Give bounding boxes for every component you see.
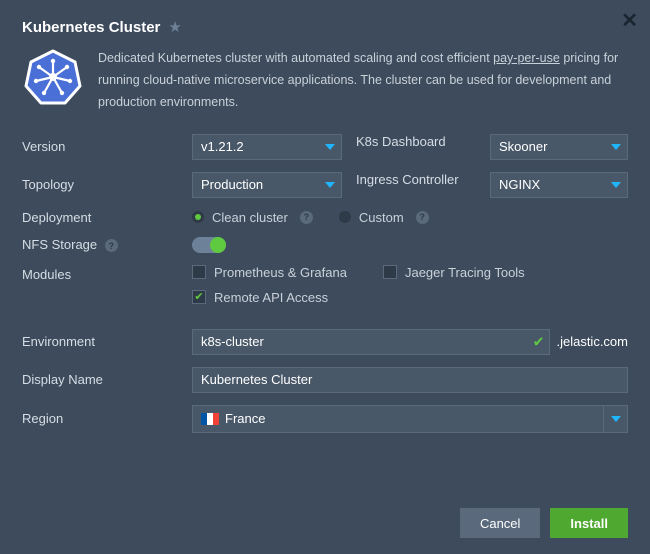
- environment-domain: .jelastic.com: [550, 334, 628, 349]
- label-modules: Modules: [22, 265, 182, 282]
- install-dialog: ✕ Kubernetes Cluster ★: [0, 0, 650, 554]
- label-k8s-dashboard: K8s Dashboard: [356, 134, 476, 160]
- nfs-label-text: NFS Storage: [22, 237, 97, 252]
- label-environment: Environment: [22, 334, 182, 349]
- checkbox-icon: [192, 265, 206, 279]
- dialog-header: Kubernetes Cluster ★: [22, 18, 628, 36]
- checkbox-icon: [383, 265, 397, 279]
- chevron-down-icon: [611, 144, 621, 150]
- radio-dot-icon: [192, 211, 204, 223]
- pay-per-use-link[interactable]: pay-per-use: [493, 51, 560, 65]
- nfs-storage-toggle[interactable]: [192, 237, 226, 253]
- checkbox-remote-api[interactable]: Remote API Access: [192, 290, 328, 305]
- label-display-name: Display Name: [22, 372, 182, 387]
- environment-input[interactable]: [192, 329, 550, 355]
- favorite-star-icon[interactable]: ★: [168, 18, 181, 36]
- label-ingress: Ingress Controller: [356, 172, 476, 198]
- k8s-dashboard-select[interactable]: Skooner: [490, 134, 628, 160]
- flag-france-icon: [201, 413, 219, 425]
- checkbox-icon: [192, 290, 206, 304]
- version-value: v1.21.2: [201, 139, 244, 154]
- display-name-input[interactable]: [192, 367, 628, 393]
- close-icon[interactable]: ✕: [621, 8, 638, 33]
- label-deployment: Deployment: [22, 210, 182, 225]
- chevron-down-icon: [603, 406, 627, 432]
- topology-select[interactable]: Production: [192, 172, 342, 198]
- ingress-value: NGINX: [499, 177, 540, 192]
- help-icon[interactable]: ?: [105, 239, 118, 252]
- ingress-select[interactable]: NGINX: [490, 172, 628, 198]
- checkmark-icon: ✔: [533, 333, 545, 350]
- label-topology: Topology: [22, 177, 182, 192]
- region-value: France: [225, 411, 265, 426]
- kubernetes-logo-icon: [22, 48, 84, 114]
- row-version: Version v1.21.2 K8s Dashboard Skooner: [22, 134, 628, 160]
- row-environment: Environment ✔ .jelastic.com: [22, 329, 628, 355]
- row-display-name: Display Name: [22, 367, 628, 393]
- region-select[interactable]: France: [192, 405, 628, 433]
- version-select[interactable]: v1.21.2: [192, 134, 342, 160]
- description-text-1: Dedicated Kubernetes cluster with automa…: [98, 51, 493, 65]
- topology-value: Production: [201, 177, 263, 192]
- dialog-description: Dedicated Kubernetes cluster with automa…: [98, 48, 628, 114]
- cancel-button[interactable]: Cancel: [460, 508, 540, 538]
- intro-section: Dedicated Kubernetes cluster with automa…: [22, 48, 628, 114]
- dialog-footer: Cancel Install: [22, 494, 628, 538]
- label-version: Version: [22, 139, 182, 154]
- radio-dot-icon: [339, 211, 351, 223]
- toggle-knob: [210, 237, 226, 253]
- dialog-title: Kubernetes Cluster: [22, 19, 160, 36]
- row-modules: Modules Prometheus & Grafana Jaeger Trac…: [22, 265, 628, 305]
- label-nfs-storage: NFS Storage ?: [22, 237, 182, 253]
- k8s-dashboard-value: Skooner: [499, 139, 547, 154]
- chevron-down-icon: [325, 182, 335, 188]
- radio-clean-label: Clean cluster: [212, 210, 288, 225]
- checkbox-jaeger-label: Jaeger Tracing Tools: [405, 265, 525, 280]
- label-region: Region: [22, 411, 182, 426]
- checkbox-remote-api-label: Remote API Access: [214, 290, 328, 305]
- checkbox-jaeger[interactable]: Jaeger Tracing Tools: [383, 265, 525, 280]
- checkbox-prometheus[interactable]: Prometheus & Grafana: [192, 265, 347, 280]
- radio-custom[interactable]: Custom ?: [339, 210, 429, 225]
- chevron-down-icon: [325, 144, 335, 150]
- radio-custom-label: Custom: [359, 210, 404, 225]
- row-topology: Topology Production Ingress Controller N…: [22, 172, 628, 198]
- help-icon[interactable]: ?: [416, 211, 429, 224]
- form-body: Version v1.21.2 K8s Dashboard Skooner To…: [22, 134, 628, 494]
- row-region: Region France: [22, 405, 628, 433]
- checkbox-prometheus-label: Prometheus & Grafana: [214, 265, 347, 280]
- row-deployment: Deployment Clean cluster ? Custom ?: [22, 210, 628, 225]
- radio-clean-cluster[interactable]: Clean cluster ?: [192, 210, 313, 225]
- row-nfs-storage: NFS Storage ?: [22, 237, 628, 253]
- help-icon[interactable]: ?: [300, 211, 313, 224]
- chevron-down-icon: [611, 182, 621, 188]
- install-button[interactable]: Install: [550, 508, 628, 538]
